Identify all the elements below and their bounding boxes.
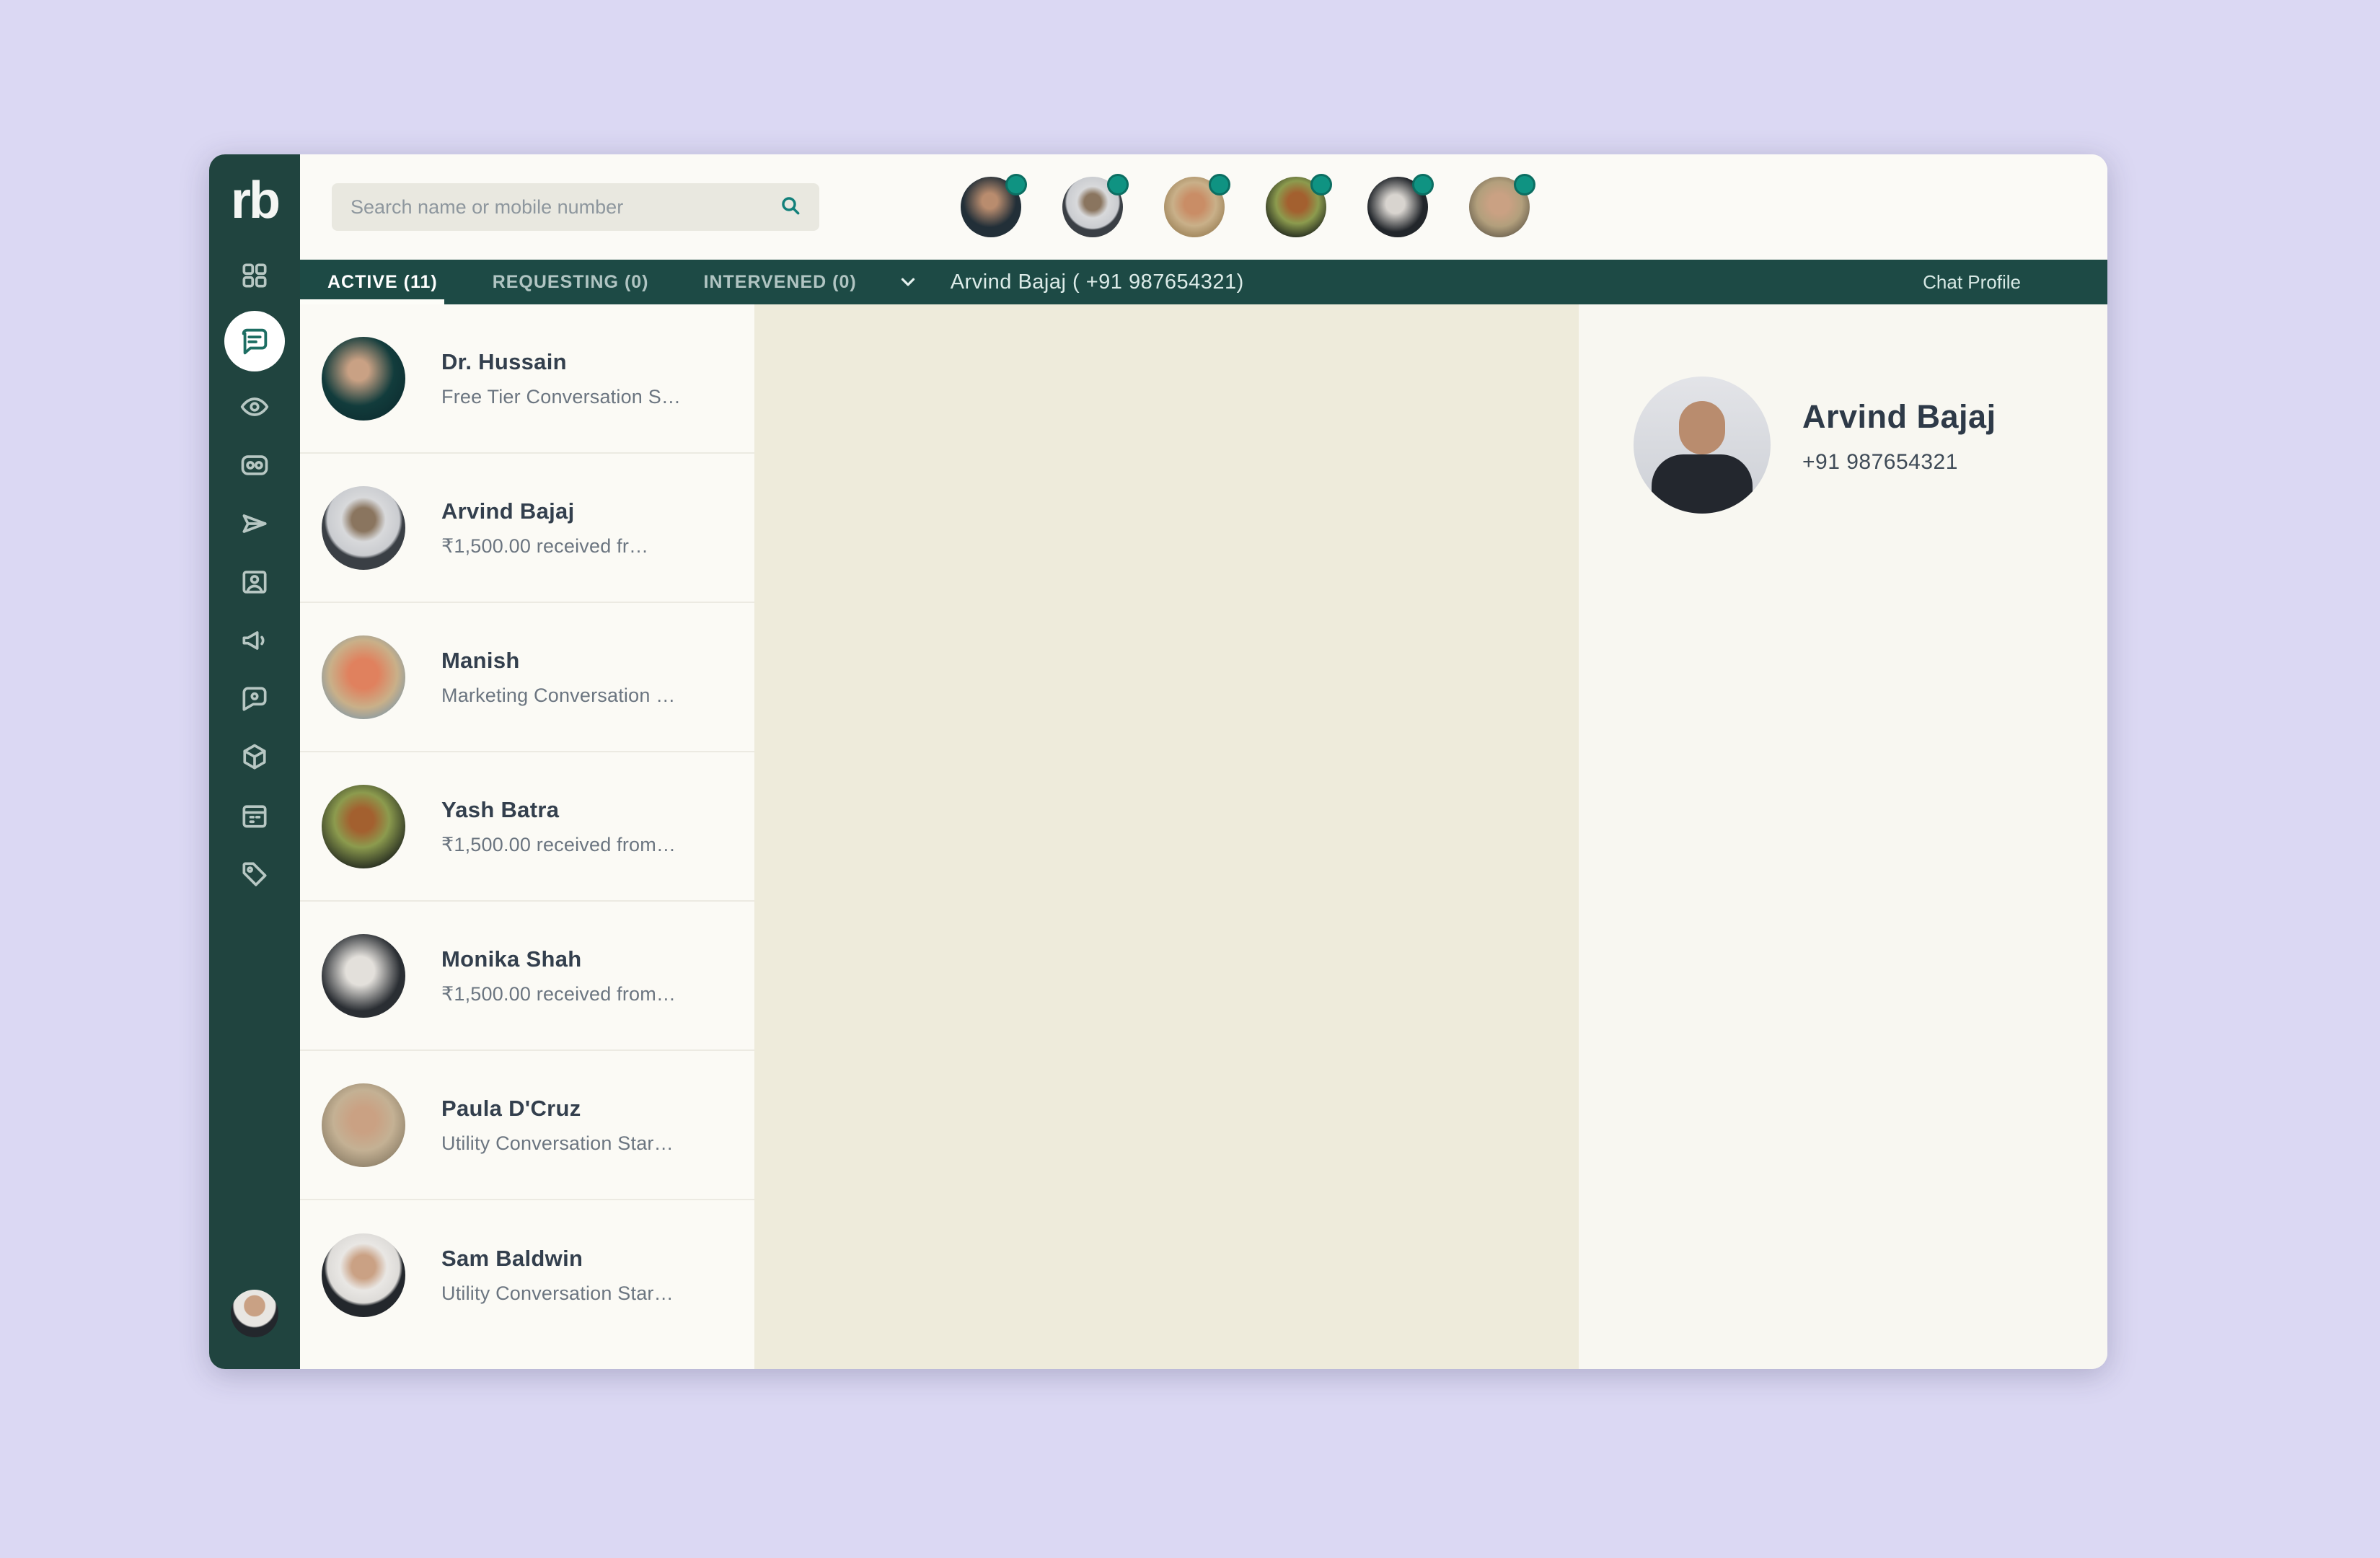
chat-list-item[interactable]: Monika Shah ₹1,500.00 received from… [300, 902, 754, 1051]
media-icon[interactable] [237, 565, 272, 599]
message-preview: ₹1,500.00 received from… [441, 983, 676, 1005]
chat-list-item[interactable]: Manish Marketing Conversation … [300, 603, 754, 752]
message-preview: ₹1,500.00 received fr… [441, 535, 648, 558]
contact-avatar [322, 934, 405, 1018]
active-tab-indicator [300, 299, 444, 304]
main-area: ACTIVE (11) REQUESTING (0) INTERVENED (0… [300, 154, 2107, 1369]
contact-avatar [322, 337, 405, 421]
agent-avatar[interactable] [961, 177, 1021, 237]
contact-name: Yash Batra [441, 797, 676, 823]
chat-list-item[interactable]: Sam Baldwin Utility Conversation Star… [300, 1200, 754, 1350]
status-badge [1005, 174, 1027, 195]
status-badge [1514, 174, 1535, 195]
content-row: Dr. Hussain Free Tier Conversation S… Ar… [300, 304, 2107, 1369]
sidebar-icon-list [224, 258, 285, 892]
chevron-down-icon[interactable] [897, 271, 919, 293]
contact-avatar [322, 635, 405, 719]
profile-avatar [1634, 377, 1771, 514]
chat-item-texts: Yash Batra ₹1,500.00 received from… [441, 797, 676, 856]
contact-name: Manish [441, 648, 675, 674]
contact-name: Dr. Hussain [441, 349, 681, 375]
chat-item-texts: Sam Baldwin Utility Conversation Star… [441, 1246, 674, 1305]
eye-icon[interactable] [237, 390, 272, 424]
contact-avatar [322, 486, 405, 570]
sidebar-rail: rb [209, 154, 300, 1369]
chat-list-item[interactable]: Arvind Bajaj ₹1,500.00 received fr… [300, 454, 754, 603]
conversation-canvas[interactable] [754, 304, 1579, 1369]
chat-list-item[interactable]: Dr. Hussain Free Tier Conversation S… [300, 304, 754, 454]
megaphone-icon[interactable] [237, 623, 272, 658]
contact-name: Arvind Bajaj [441, 498, 648, 524]
contact-avatar [322, 785, 405, 868]
search-icon[interactable] [779, 194, 802, 221]
dashboard-icon[interactable] [237, 258, 272, 293]
search-box[interactable] [332, 183, 819, 231]
tab-intervened[interactable]: INTERVENED (0) [676, 260, 884, 304]
agent-avatar-row [961, 177, 1530, 237]
top-bar [300, 154, 2107, 260]
contact-name: Paula D'Cruz [441, 1096, 674, 1122]
message-preview: ₹1,500.00 received from… [441, 834, 676, 856]
contact-name: Sam Baldwin [441, 1246, 674, 1272]
tab-requesting[interactable]: REQUESTING (0) [465, 260, 676, 304]
contact-avatar [322, 1083, 405, 1167]
agent-avatar[interactable] [1164, 177, 1225, 237]
status-badge [1107, 174, 1129, 195]
user-avatar[interactable] [231, 1290, 278, 1337]
message-preview: Utility Conversation Star… [441, 1282, 674, 1305]
tags-icon[interactable] [237, 857, 272, 892]
profile-info: Arvind Bajaj +91 987654321 [1802, 398, 1996, 475]
brand-logo: rb [231, 175, 278, 226]
chat-item-texts: Paula D'Cruz Utility Conversation Star… [441, 1096, 674, 1155]
agent-avatar[interactable] [1367, 177, 1428, 237]
chat-list-item[interactable]: Paula D'Cruz Utility Conversation Star… [300, 1051, 754, 1200]
chat-item-texts: Monika Shah ₹1,500.00 received from… [441, 946, 676, 1005]
contacts-icon[interactable] [237, 448, 272, 483]
chat-profile-button[interactable]: Chat Profile [1923, 271, 2021, 294]
agent-avatar[interactable] [1469, 177, 1530, 237]
status-badge [1310, 174, 1332, 195]
message-preview: Marketing Conversation … [441, 685, 675, 707]
chat-item-texts: Dr. Hussain Free Tier Conversation S… [441, 349, 681, 408]
search-input[interactable] [349, 195, 779, 219]
profile-phone: +91 987654321 [1802, 450, 1996, 475]
message-preview: Free Tier Conversation S… [441, 386, 681, 408]
conversation-title: Arvind Bajaj ( +91 987654321) [951, 270, 1244, 294]
status-badge [1209, 174, 1230, 195]
agent-avatar[interactable] [1266, 177, 1326, 237]
chat-list-item[interactable]: Yash Batra ₹1,500.00 received from… [300, 752, 754, 902]
chat-profile-panel: Arvind Bajaj +91 987654321 [1579, 304, 2107, 1369]
integrations-icon[interactable] [237, 740, 272, 775]
agent-avatar[interactable] [1062, 177, 1123, 237]
broadcast-icon[interactable] [237, 506, 272, 541]
tab-active[interactable]: ACTIVE (11) [300, 260, 465, 304]
app-window: rb [209, 154, 2107, 1369]
comment-pin-icon[interactable] [237, 682, 272, 716]
profile-name: Arvind Bajaj [1802, 398, 1996, 436]
chat-list: Dr. Hussain Free Tier Conversation S… Ar… [300, 304, 754, 1369]
chat-item-texts: Arvind Bajaj ₹1,500.00 received fr… [441, 498, 648, 558]
contact-avatar [322, 1233, 405, 1317]
conversation-tab-bar: ACTIVE (11) REQUESTING (0) INTERVENED (0… [300, 260, 2107, 304]
contact-name: Monika Shah [441, 946, 676, 972]
chats-icon[interactable] [224, 311, 285, 371]
message-preview: Utility Conversation Star… [441, 1132, 674, 1155]
status-badge [1412, 174, 1434, 195]
chat-item-texts: Manish Marketing Conversation … [441, 648, 675, 707]
reports-icon[interactable] [237, 798, 272, 833]
